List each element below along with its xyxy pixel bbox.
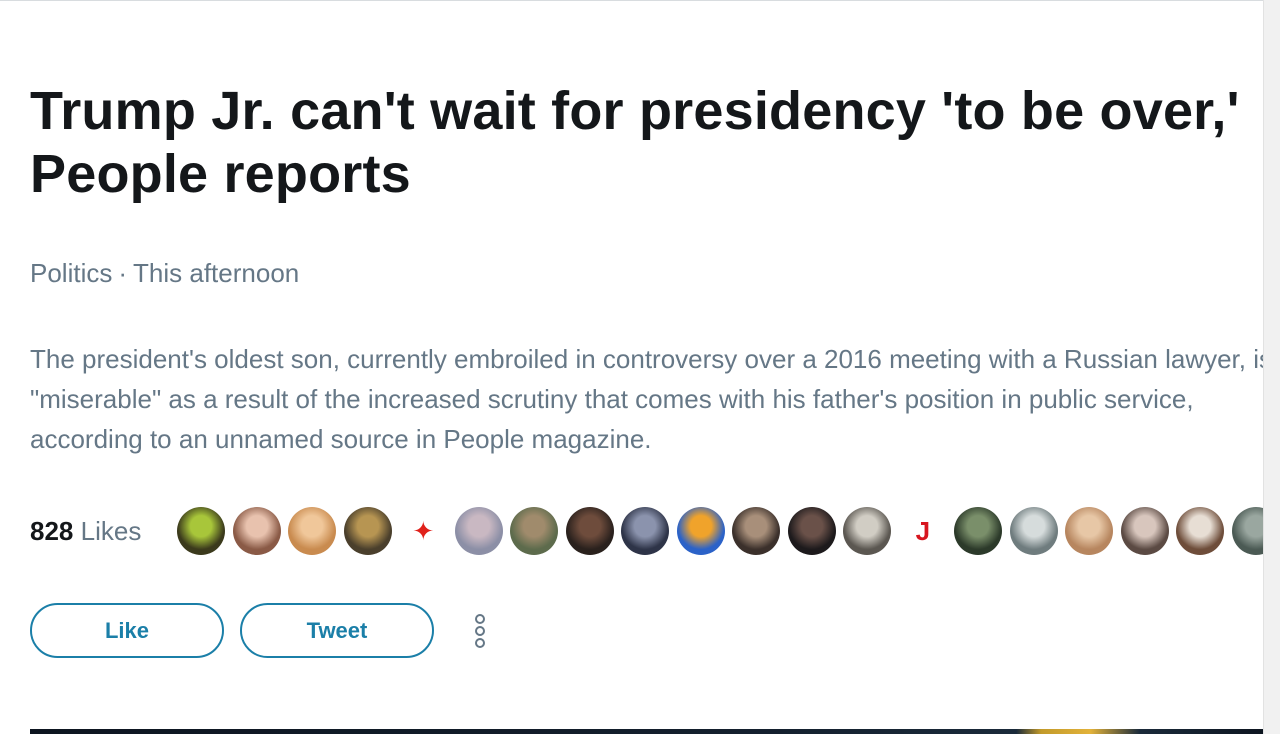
landscape-avatar[interactable] [954,507,1003,555]
partial-avatar[interactable] [1231,507,1263,555]
letter-j-avatar[interactable]: J [898,507,947,555]
cat-avatar[interactable] [343,507,392,555]
woman-avatar-2[interactable] [288,507,337,555]
hat-avatar[interactable] [843,507,892,555]
likes-label: Likes [80,515,142,546]
scrollbar[interactable] [1263,0,1280,734]
article-meta: Politics · This afternoon [30,258,299,288]
frog-avatar[interactable] [177,507,226,555]
article-summary: The president's oldest son, currently em… [30,344,1263,454]
meta-separator: · [118,258,128,288]
man-avatar[interactable] [732,507,781,555]
article-card: Trump Jr. can't wait for presidency 'to … [30,0,1263,734]
tree-avatar[interactable] [510,507,559,555]
article-headline[interactable]: Trump Jr. can't wait for presidency 'to … [30,80,1263,206]
woman-avatar-5[interactable] [1065,507,1114,555]
crowd-avatar[interactable] [621,507,670,555]
likes-count[interactable]: 828 Likes [30,516,141,547]
timestamp: This afternoon [133,258,300,288]
woman-avatar-4[interactable] [565,507,614,555]
man-avatar-2[interactable] [1120,507,1169,555]
more-dot [475,613,485,624]
tweet-button[interactable]: Tweet [240,603,434,658]
hero-image[interactable] [30,729,1263,734]
letter-j-avatar-glyph: J [915,515,931,546]
rainbow-fist-avatar[interactable] [676,507,725,555]
more-dot [475,637,485,648]
woman-avatar[interactable] [232,507,281,555]
like-button[interactable]: Like [30,603,224,658]
poster-avatar[interactable] [1176,507,1225,555]
liker-avatars: ✦ J [177,507,1263,555]
dark-figure-avatar[interactable] [787,507,836,555]
rebel-alliance-avatar-glyph: ✦ [412,515,435,546]
more-options-icon[interactable] [470,611,490,651]
masked-avatar[interactable] [1009,507,1058,555]
more-dot [475,625,485,636]
likes-number: 828 [30,515,74,546]
rebel-alliance-avatar[interactable]: ✦ [399,507,448,555]
woman-avatar-3[interactable] [454,507,503,555]
likes-row: 828 Likes ✦ J [30,505,1263,557]
action-bar: Like Tweet [30,603,490,658]
category-link[interactable]: Politics [30,258,112,288]
